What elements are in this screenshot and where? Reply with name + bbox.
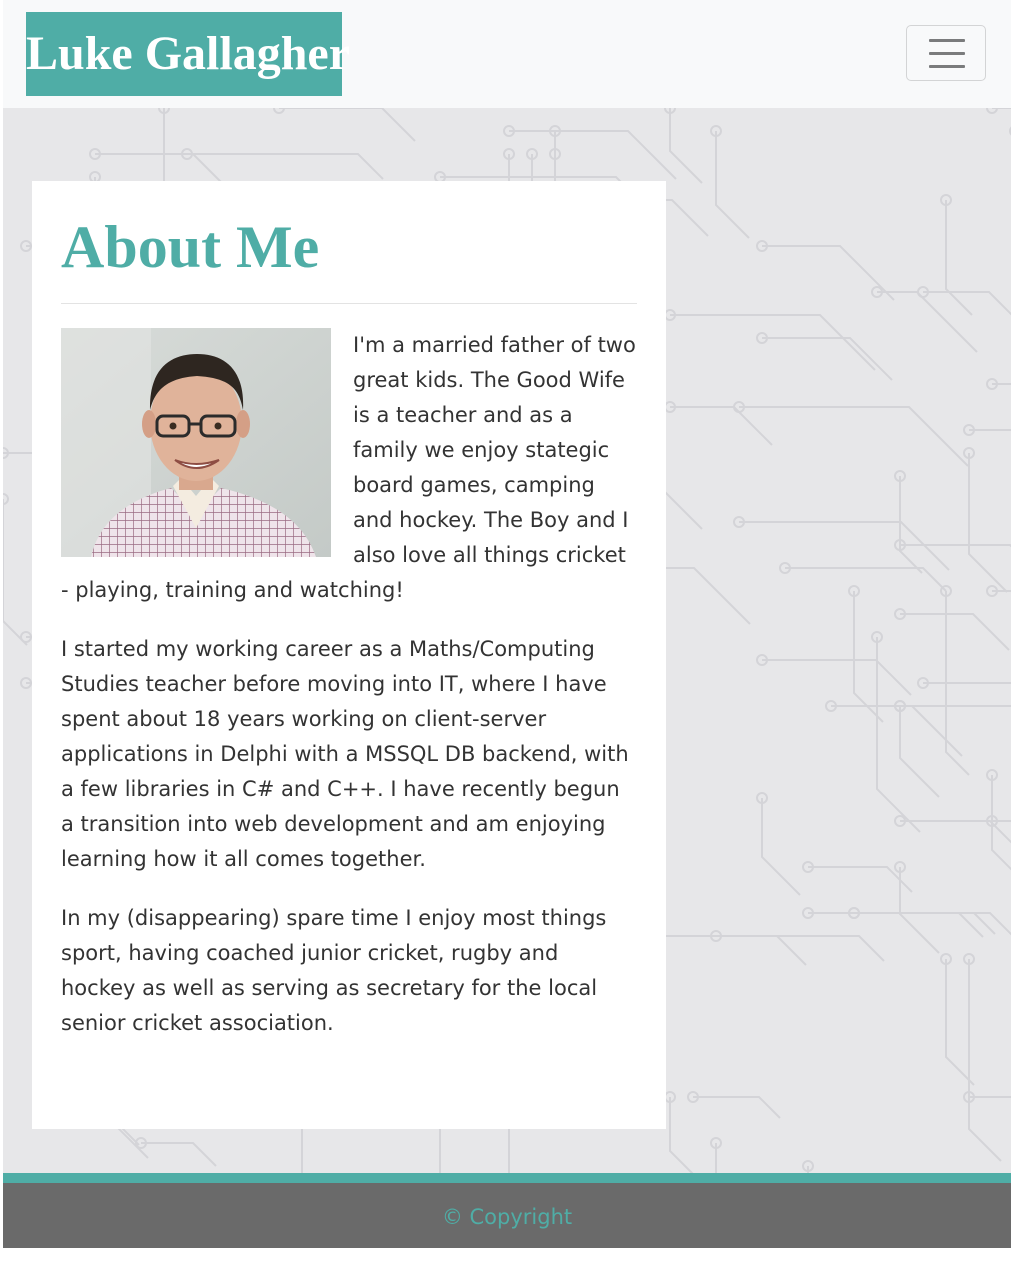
- about-paragraph-2: I started my working career as a Maths/C…: [61, 637, 629, 871]
- footer-accent-line: [3, 1173, 1011, 1183]
- brand-link[interactable]: Luke Gallagher: [26, 12, 350, 96]
- page-title: About Me: [61, 214, 320, 280]
- nav-toggle-button[interactable]: [906, 25, 986, 81]
- about-body: I'm a married father of two great kids. …: [61, 328, 637, 1065]
- title-divider: [61, 303, 637, 304]
- page: Luke Gallagher About Me I'm a married fa…: [3, 0, 1011, 1248]
- footer: © Copyright: [3, 1183, 1011, 1248]
- hamburger-menu-icon: [929, 39, 965, 69]
- copyright-text: © Copyright: [441, 1205, 573, 1229]
- about-paragraph-3: In my (disappearing) spare time I enjoy …: [61, 906, 607, 1035]
- profile-photo: [61, 328, 331, 557]
- navbar: Luke Gallagher: [3, 0, 1011, 108]
- about-card: About Me I'm a married father of two gre…: [32, 181, 666, 1129]
